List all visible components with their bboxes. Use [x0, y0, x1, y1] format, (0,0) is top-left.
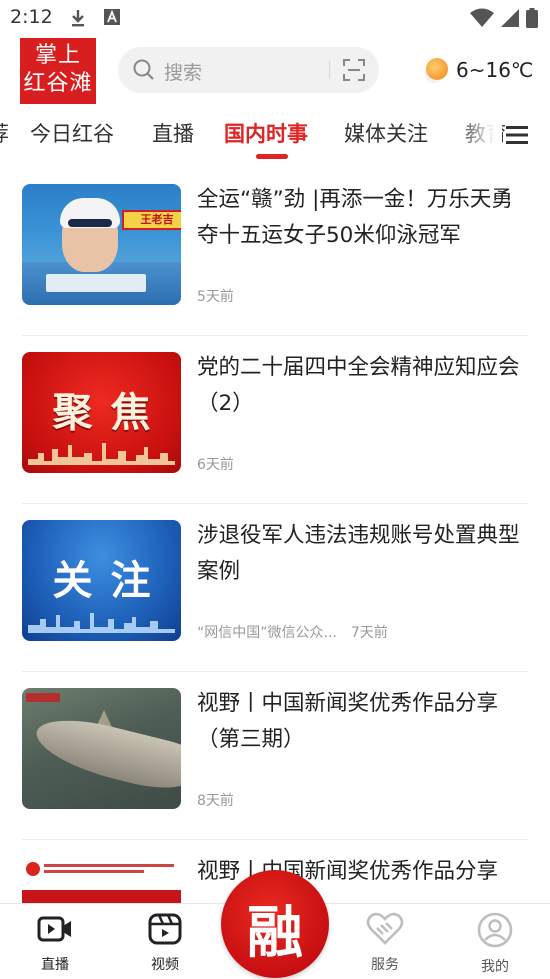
news-meta: 8天前 — [197, 790, 234, 810]
news-thumbnail-award — [22, 856, 181, 903]
battery-icon — [526, 8, 538, 28]
rong-center-button[interactable]: 融 — [221, 870, 329, 978]
active-tab-indicator — [256, 154, 288, 159]
font-a-icon — [104, 9, 120, 25]
status-time: 2:12 — [10, 6, 53, 28]
status-bar: 2:12 — [0, 0, 550, 36]
news-time: 5天前 — [197, 289, 234, 305]
news-title: 涉退役军人违法违规账号处置典型案例 — [197, 523, 520, 584]
skyline-graphic — [28, 443, 175, 465]
menu-icon[interactable] — [505, 124, 529, 146]
nav-label-live: 直播 — [41, 957, 69, 973]
news-meta: “网信中国”微信公众... 7天前 — [197, 622, 388, 642]
logo-line-1: 掌上 — [34, 43, 81, 68]
news-meta: 6天前 — [197, 454, 234, 474]
thumb-banner-text: 王老吉 — [122, 210, 181, 230]
signal-icon — [501, 9, 519, 27]
profile-icon — [477, 912, 513, 948]
news-list: 王老吉 全运“赣”劲 |再添一金！万乐天勇夺十五运女子50米仰泳冠军 5天前 聚… — [0, 168, 550, 903]
news-time: 7天前 — [350, 625, 388, 641]
news-item[interactable]: 聚焦 党的二十届四中全会精神应知应会（2） 6天前 — [22, 336, 528, 504]
search-icon — [133, 59, 154, 80]
news-meta: 5天前 — [197, 286, 234, 306]
nav-service[interactable]: 服务 — [345, 912, 425, 974]
nav-mine[interactable]: 我的 — [455, 912, 535, 976]
weather-sun-cloud-icon — [426, 58, 448, 80]
app-logo[interactable]: 掌上 红谷滩 — [20, 38, 96, 104]
scan-icon[interactable] — [342, 58, 366, 82]
wifi-icon — [470, 8, 494, 27]
tab-recommend[interactable]: 荐 — [0, 118, 9, 148]
thumb-word: 聚焦 — [52, 390, 169, 436]
video-icon — [148, 913, 182, 945]
download-icon — [72, 10, 84, 27]
search-input[interactable]: 搜索 — [118, 47, 379, 93]
nav-live[interactable]: 直播 — [15, 912, 95, 974]
tab-media-focus[interactable]: 媒体关注 — [344, 118, 428, 148]
logo-line-2: 红谷滩 — [23, 71, 93, 96]
news-source: “网信中国”微信公众... — [197, 625, 337, 641]
tab-fade — [456, 106, 502, 164]
nav-video[interactable]: 视频 — [125, 912, 205, 974]
category-tabs: 荐 今日红谷 直播 国内时事 媒体关注 教育 — [0, 106, 550, 164]
news-thumbnail-attention: 关注 — [22, 520, 181, 641]
news-thumbnail-focus: 聚焦 — [22, 352, 181, 473]
weather-temperature[interactable]: 6~16℃ — [456, 58, 533, 82]
thumb-word: 关注 — [52, 558, 169, 604]
news-title: 全运“赣”劲 |再添一金！万乐天勇夺十五运女子50米仰泳冠军 — [197, 187, 513, 248]
news-item[interactable]: 关注 涉退役军人违法违规账号处置典型案例 “网信中国”微信公众... 7天前 — [22, 504, 528, 672]
news-time: 6天前 — [197, 457, 234, 473]
nav-label-mine: 我的 — [481, 959, 509, 975]
search-placeholder: 搜索 — [164, 62, 203, 84]
news-title: 视野丨中国新闻奖优秀作品分享（第三期） — [197, 691, 499, 752]
search-divider — [329, 61, 330, 79]
news-thumbnail-swimming: 王老吉 — [22, 184, 181, 305]
app-header: 掌上 红谷滩 搜索 6~16℃ — [0, 36, 550, 106]
news-thumbnail-fish — [22, 688, 181, 809]
live-video-icon — [37, 916, 71, 942]
rong-center-icon: 融 — [247, 900, 303, 966]
nav-label-service: 服务 — [371, 957, 399, 973]
news-item[interactable]: 王老吉 全运“赣”劲 |再添一金！万乐天勇夺十五运女子50米仰泳冠军 5天前 — [22, 168, 528, 336]
news-title: 党的二十届四中全会精神应知应会（2） — [197, 355, 520, 416]
tab-live[interactable]: 直播 — [152, 118, 194, 148]
tab-domestic-news[interactable]: 国内时事 — [224, 118, 308, 148]
nav-label-video: 视频 — [151, 957, 179, 973]
skyline-graphic — [28, 613, 175, 633]
news-item[interactable]: 视野丨中国新闻奖优秀作品分享（第三期） 8天前 — [22, 672, 528, 840]
tab-today-honggu[interactable]: 今日红谷 — [30, 118, 114, 148]
news-time: 8天前 — [197, 793, 234, 809]
handshake-heart-icon — [366, 912, 404, 945]
